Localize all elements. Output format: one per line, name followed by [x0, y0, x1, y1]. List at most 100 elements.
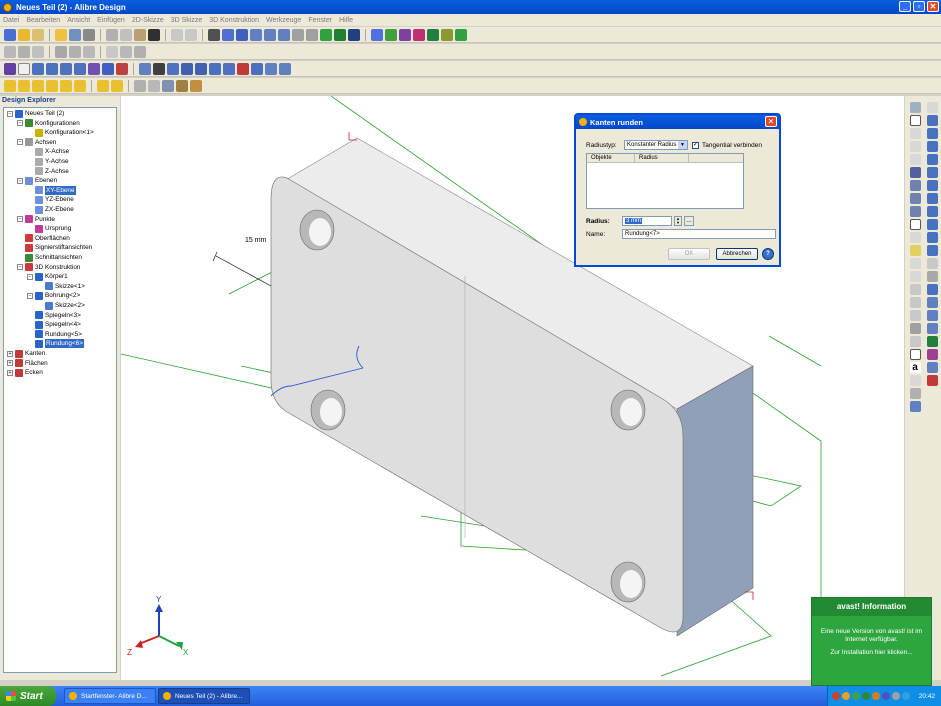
tree-item[interactable]: Rundung<5>	[27, 330, 82, 339]
chevron-down-icon[interactable]: ▼	[678, 141, 687, 149]
dialog-close-button[interactable]: ✕	[765, 116, 777, 127]
line-icon[interactable]	[909, 128, 921, 139]
tree-item[interactable]: Oberflächen	[17, 234, 70, 243]
select-pointer-icon[interactable]	[208, 28, 220, 41]
analyze-tool-icon[interactable]	[926, 336, 938, 347]
start-button[interactable]: Start	[0, 686, 56, 706]
tree-item[interactable]: Spiegeln<3>	[27, 311, 81, 320]
pattern-feature-icon[interactable]	[181, 62, 193, 75]
pan-icon[interactable]	[334, 28, 346, 41]
line-tool-icon[interactable]	[385, 28, 397, 41]
objects-list[interactable]: Objekte Radius	[586, 153, 744, 209]
sweep-cut-icon[interactable]	[926, 167, 938, 178]
extend-icon[interactable]	[909, 271, 921, 282]
chamfer-tool-icon[interactable]	[926, 206, 938, 217]
shell-tool-icon[interactable]	[926, 219, 938, 230]
point-feature-icon[interactable]	[237, 62, 249, 75]
extrude-boss-icon[interactable]	[32, 62, 44, 75]
view-top-icon[interactable]	[32, 79, 44, 92]
loft-cut-icon[interactable]	[926, 154, 938, 165]
wireframe-icon[interactable]	[134, 79, 146, 92]
mirror-tool-icon[interactable]	[926, 310, 938, 321]
expand-toggle-icon[interactable]: +	[7, 360, 13, 367]
avast-notification[interactable]: avast! Information Eine neue Version von…	[811, 597, 932, 686]
open-file-icon[interactable]	[32, 28, 44, 41]
tree-item[interactable]: XY-Ebene	[27, 185, 76, 195]
cancel-button[interactable]: Abbrechen	[716, 248, 758, 260]
collapse-toggle-icon[interactable]: −	[17, 216, 23, 223]
view-front-icon[interactable]	[4, 79, 16, 92]
chamfer-feature-icon[interactable]	[116, 62, 128, 75]
menu-einfuegen[interactable]: Einfügen	[97, 17, 125, 24]
trim-icon[interactable]	[909, 258, 921, 269]
display-mode-icon[interactable]	[4, 62, 16, 75]
tree-item[interactable]: Rundung<6>	[27, 339, 84, 349]
column-objects[interactable]: Objekte	[587, 154, 635, 162]
boss-icon[interactable]	[926, 115, 938, 126]
tree-item[interactable]: Skizze<1>	[37, 282, 85, 291]
tree-item[interactable]: − Punkte	[17, 215, 55, 224]
network-tray-icon[interactable]	[852, 692, 860, 700]
tree-item[interactable]: + Kanten	[7, 349, 45, 358]
sketch-grid-icon[interactable]	[4, 45, 16, 58]
convert-icon[interactable]	[909, 401, 921, 412]
revolve-cut-icon[interactable]	[926, 141, 938, 152]
tree-item[interactable]: − Achsen	[17, 138, 56, 147]
cut-extrude-icon[interactable]	[926, 128, 938, 139]
measure-icon[interactable]	[320, 28, 332, 41]
sketch-plane-icon[interactable]	[371, 28, 383, 41]
circular-pattern-icon[interactable]	[195, 62, 207, 75]
offset-icon[interactable]	[909, 284, 921, 295]
mirror-feature-icon[interactable]	[167, 62, 179, 75]
spline-icon[interactable]	[909, 245, 921, 256]
radius-more-button[interactable]: ...	[684, 216, 694, 226]
tree-item[interactable]: Spiegeln<4>	[27, 320, 81, 329]
centerline-icon[interactable]	[909, 141, 921, 152]
hidden-lines-icon[interactable]	[148, 79, 160, 92]
text-tool-icon[interactable]: a	[909, 362, 921, 373]
collapse-toggle-icon[interactable]: −	[27, 292, 33, 299]
hole-feature-icon[interactable]	[88, 62, 100, 75]
collapse-toggle-icon[interactable]: −	[17, 120, 23, 127]
sweep-boss-icon[interactable]	[74, 62, 86, 75]
fillet-feature-icon[interactable]	[102, 62, 114, 75]
analyze-icon[interactable]	[399, 28, 411, 41]
security-tray-icon[interactable]	[862, 692, 870, 700]
maximize-button[interactable]: ▫	[913, 1, 925, 12]
tree-item[interactable]: − Konfigurationen	[17, 119, 80, 128]
tangential-checkbox[interactable]: ✓	[692, 141, 699, 149]
view-left-icon[interactable]	[60, 79, 72, 92]
expand-toggle-icon[interactable]: +	[7, 369, 13, 376]
radius-type-select[interactable]: Konstanter Radius ▼	[624, 140, 688, 150]
snap-icon[interactable]	[32, 45, 44, 58]
tree-item[interactable]: − Ebenen	[17, 176, 57, 185]
zoom-out-icon[interactable]	[264, 28, 276, 41]
alibre-tray-icon[interactable]	[842, 692, 850, 700]
title-bar[interactable]: Neues Teil (2) - Alibre Design _ ▫ ✕	[0, 0, 941, 14]
view-iso-icon[interactable]	[97, 79, 109, 92]
shell-feature-icon[interactable]	[139, 62, 151, 75]
view-normal-icon[interactable]	[111, 79, 123, 92]
volume-tray-icon[interactable]	[882, 692, 890, 700]
taskbar-item-startfenster[interactable]: Startfenster- Alibre D...	[64, 688, 156, 704]
tree-item[interactable]: + Ecken	[7, 368, 43, 377]
new-icon[interactable]	[4, 28, 16, 41]
pattern-tool-icon[interactable]	[926, 297, 938, 308]
tree-item[interactable]: Ursprung	[27, 224, 71, 233]
tree-item[interactable]: Skizze<2>	[37, 301, 85, 310]
collapse-toggle-icon[interactable]: −	[17, 177, 23, 184]
tree-item[interactable]: X-Achse	[27, 147, 69, 156]
axis-tool-icon[interactable]	[926, 284, 938, 295]
folder-icon[interactable]	[55, 28, 67, 41]
radius-spinner[interactable]: ▲ ▼	[674, 216, 682, 226]
scale-icon[interactable]	[279, 62, 291, 75]
taskbar-item-neues-teil[interactable]: Neues Teil (2) - Alibre...	[158, 688, 250, 704]
collapse-toggle-icon[interactable]: −	[27, 273, 33, 280]
tree-item[interactable]: Signierstiftansichten	[17, 243, 92, 252]
plane-tool-icon[interactable]	[926, 271, 938, 282]
lighting-icon[interactable]	[427, 28, 439, 41]
minimize-button[interactable]: _	[899, 1, 911, 12]
view-right-icon[interactable]	[74, 79, 86, 92]
view-bottom-icon[interactable]	[46, 79, 58, 92]
revolve-icon[interactable]	[69, 45, 81, 58]
